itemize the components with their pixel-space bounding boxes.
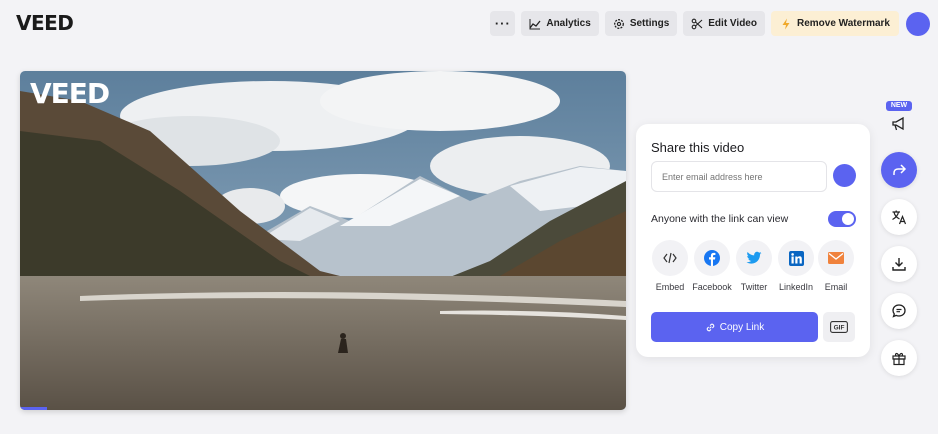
video-player[interactable]: VEED bbox=[20, 71, 626, 410]
edit-video-label: Edit Video bbox=[708, 18, 757, 29]
share-twitter-label: Twitter bbox=[740, 282, 768, 292]
more-button[interactable]: ··· bbox=[490, 11, 516, 36]
translate-icon bbox=[892, 210, 907, 225]
copy-link-button[interactable]: Copy Link bbox=[651, 312, 818, 342]
video-frame bbox=[20, 71, 626, 410]
link-access-toggle[interactable] bbox=[828, 211, 856, 227]
share-email[interactable]: Email bbox=[816, 240, 856, 292]
video-watermark: VEED bbox=[30, 77, 110, 110]
gift-icon bbox=[892, 352, 906, 366]
share-facebook-label: Facebook bbox=[692, 282, 732, 292]
link-icon bbox=[706, 323, 715, 331]
share-linkedin[interactable]: LinkedIn bbox=[776, 240, 816, 292]
remove-watermark-label: Remove Watermark bbox=[796, 18, 890, 29]
share-facebook[interactable]: Facebook bbox=[692, 240, 732, 292]
analytics-button[interactable]: Analytics bbox=[521, 11, 599, 36]
lightning-icon bbox=[782, 18, 790, 29]
share-sidebar-button[interactable] bbox=[881, 152, 917, 188]
share-icon bbox=[893, 164, 907, 175]
settings-label: Settings bbox=[629, 18, 670, 29]
gif-button[interactable]: GIF bbox=[823, 312, 855, 342]
twitter-icon bbox=[736, 240, 772, 276]
scissors-icon bbox=[691, 18, 703, 29]
linkedin-icon bbox=[778, 240, 814, 276]
share-embed[interactable]: Embed bbox=[650, 240, 690, 292]
send-email-button[interactable] bbox=[833, 164, 856, 187]
remove-watermark-button[interactable]: Remove Watermark bbox=[770, 11, 899, 36]
playback-progress[interactable] bbox=[20, 407, 48, 410]
new-badge: NEW bbox=[886, 101, 912, 111]
download-button[interactable] bbox=[881, 246, 917, 282]
share-linkedin-label: LinkedIn bbox=[778, 282, 814, 292]
edit-video-button[interactable]: Edit Video bbox=[683, 11, 765, 36]
share-panel: Share this video Anyone with the link ca… bbox=[636, 124, 870, 357]
comments-button[interactable] bbox=[881, 293, 917, 329]
user-avatar[interactable] bbox=[906, 11, 930, 36]
link-access-label: Anyone with the link can view bbox=[651, 213, 789, 225]
translate-button[interactable] bbox=[881, 199, 917, 235]
email-icon bbox=[818, 240, 854, 276]
share-twitter[interactable]: Twitter bbox=[734, 240, 774, 292]
chart-icon bbox=[529, 18, 541, 29]
top-toolbar: ··· Analytics Settings Edit Video Remove… bbox=[490, 11, 930, 36]
download-icon bbox=[892, 258, 906, 271]
share-email-label: Email bbox=[824, 282, 848, 292]
analytics-label: Analytics bbox=[546, 18, 591, 29]
gif-text: GIF bbox=[834, 325, 845, 332]
gift-button[interactable] bbox=[881, 340, 917, 376]
settings-button[interactable]: Settings bbox=[604, 11, 678, 36]
gear-icon bbox=[613, 18, 624, 29]
megaphone-icon[interactable] bbox=[890, 115, 908, 133]
facebook-icon bbox=[694, 240, 730, 276]
email-input[interactable] bbox=[651, 161, 827, 192]
share-embed-label: Embed bbox=[655, 282, 685, 292]
gif-icon: GIF bbox=[830, 321, 848, 333]
embed-icon bbox=[652, 240, 688, 276]
copy-link-label: Copy Link bbox=[719, 321, 765, 333]
app-logo[interactable]: VEED bbox=[16, 11, 74, 35]
share-title: Share this video bbox=[651, 140, 745, 155]
comment-icon bbox=[892, 304, 906, 318]
